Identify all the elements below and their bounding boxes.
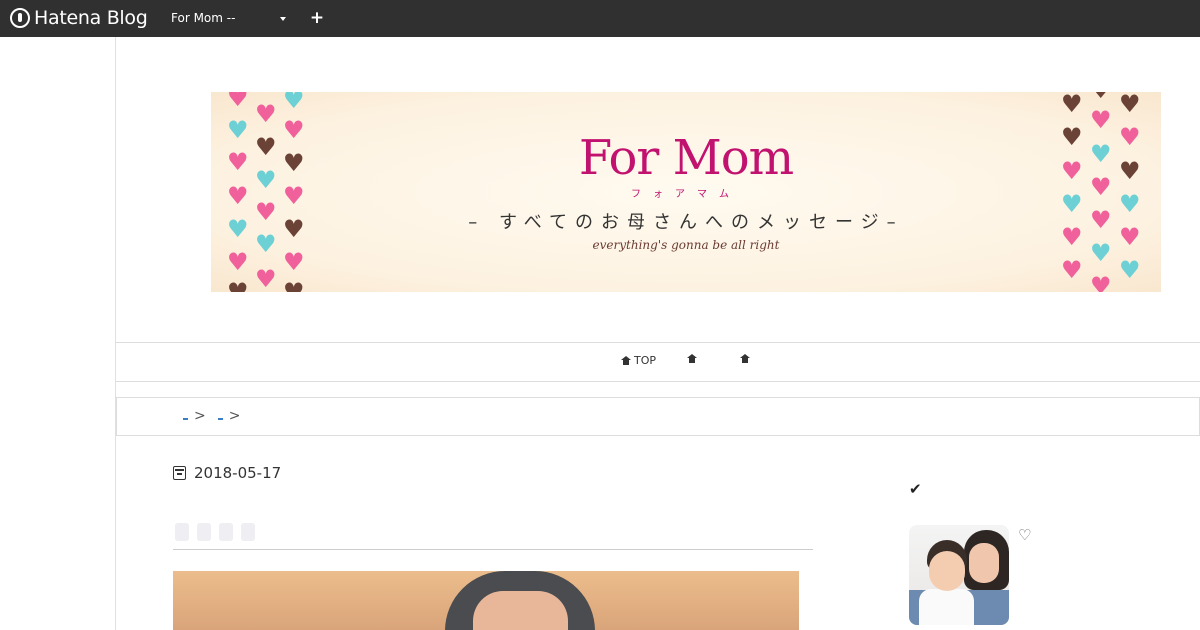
banner-title: For Mom (578, 130, 794, 186)
title-glyph-placeholder (241, 523, 255, 541)
avatar-detail (919, 589, 974, 625)
avatar-detail (969, 543, 999, 583)
heart-icon: ♥ (227, 92, 249, 112)
breadcrumb-separator: > (194, 408, 206, 424)
profile-avatar[interactable] (909, 525, 1009, 625)
avatar-detail (929, 551, 965, 591)
nav-item-label: TOP (634, 354, 657, 367)
title-divider (173, 549, 813, 550)
global-navigation: TOP (116, 342, 1200, 382)
hatena-blog-logo[interactable]: Hatena Blog (10, 7, 148, 29)
hatena-logo-icon (10, 8, 30, 28)
nav-item-3[interactable] (740, 354, 753, 363)
heart-icon: ♥ (1119, 92, 1141, 118)
heart-outline-icon[interactable]: ♡ (1018, 526, 1031, 544)
breadcrumb-link-category[interactable] (217, 418, 223, 420)
blog-header-banner[interactable]: ♥ ♥ ♥ ♥ ♥ ♥ ♥ ♥ ♥ ♥ ♥ ♥ ♥ ♥ ♥ ♥ ♥ ♥ ♥ ♥ … (211, 92, 1161, 292)
heart-icon: ♥ (283, 92, 305, 114)
title-glyph-placeholder (197, 523, 211, 541)
nav-item-top[interactable]: TOP (621, 354, 656, 367)
home-icon (740, 354, 750, 363)
blog-selector-value: For Mom -- (171, 11, 236, 25)
check-icon: ✔ (909, 480, 922, 498)
breadcrumb: > > (116, 397, 1200, 436)
heart-icon: ♥ (227, 248, 249, 276)
heart-icon: ♥ (283, 278, 305, 292)
heart-icon: ♥ (1090, 106, 1112, 134)
heart-icon: ♥ (1090, 272, 1112, 292)
left-divider (115, 37, 116, 630)
banner-tagline: everything's gonna be all right (592, 238, 780, 252)
home-icon (621, 356, 631, 365)
home-icon (687, 354, 697, 363)
heart-icon: ♥ (1119, 256, 1141, 284)
breadcrumb-link-home[interactable] (183, 418, 188, 420)
heart-icon: ♥ (1061, 256, 1083, 284)
banner-kana: フォアマム (631, 189, 741, 200)
hatena-topbar: Hatena Blog For Mom -- + (0, 0, 1200, 37)
breadcrumb-trail: > > (181, 408, 240, 424)
heart-icon: ♥ (1061, 92, 1083, 118)
heart-icon: ♥ (283, 248, 305, 276)
heart-icon: ♥ (1090, 92, 1112, 102)
title-glyph-placeholder (175, 523, 189, 541)
blog-selector-dropdown[interactable]: For Mom -- (164, 6, 294, 31)
banner-subtitle: – すべてのお母さんへのメッセージ– (468, 212, 904, 233)
entry-date[interactable]: 2018-05-17 (173, 464, 281, 482)
breadcrumb-separator: > (228, 408, 241, 424)
entry-title[interactable] (175, 523, 255, 541)
title-glyph-placeholder (219, 523, 233, 541)
heart-icon: ♥ (255, 265, 277, 292)
hatena-logo-text: Hatena Blog (34, 7, 148, 29)
heart-icon: ♥ (227, 278, 249, 292)
entry-date-text: 2018-05-17 (194, 464, 282, 482)
photo-person-hands (473, 591, 568, 630)
add-entry-button[interactable]: + (309, 8, 325, 28)
calendar-icon (173, 466, 186, 480)
nav-item-2[interactable] (687, 354, 700, 363)
entry-eyecatch-image (173, 571, 799, 630)
heart-icon: ♥ (255, 100, 277, 128)
chevron-down-icon (280, 17, 286, 21)
